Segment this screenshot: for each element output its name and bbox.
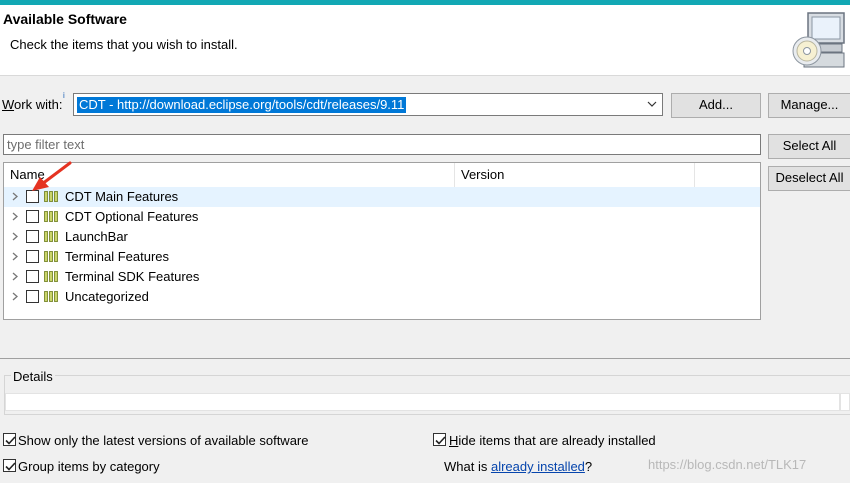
show-latest-checkbox[interactable] — [3, 433, 17, 447]
tree-row[interactable]: CDT Optional Features — [4, 207, 760, 227]
info-icon: i — [63, 91, 65, 100]
filter-input[interactable]: type filter text — [3, 134, 761, 155]
row-label: CDT Optional Features — [65, 209, 199, 224]
group-by-category-checkbox[interactable] — [3, 459, 17, 473]
package-icon — [44, 211, 58, 222]
row-label: LaunchBar — [65, 229, 128, 244]
expand-chevron-icon[interactable] — [11, 211, 19, 222]
software-tree[interactable]: Name Version CDT Main Features CDT Option… — [3, 162, 761, 320]
tree-row[interactable]: LaunchBar — [4, 227, 760, 247]
section-divider — [0, 358, 850, 359]
tree-row[interactable]: Terminal Features — [4, 247, 760, 267]
row-label: Terminal SDK Features — [65, 269, 200, 284]
hide-installed-label[interactable]: Hide items that are already installed — [449, 433, 656, 448]
show-latest-label[interactable]: Show only the latest versions of availab… — [18, 433, 309, 448]
work-with-combo[interactable]: CDT - http://download.eclipse.org/tools/… — [73, 93, 663, 116]
row-checkbox[interactable] — [26, 230, 39, 243]
manage-button[interactable]: Manage... — [768, 93, 850, 118]
tree-row[interactable]: Uncategorized — [4, 287, 760, 307]
work-with-label: Work with: — [2, 97, 63, 112]
tree-row[interactable]: Terminal SDK Features — [4, 267, 760, 287]
package-icon — [44, 271, 58, 282]
add-button[interactable]: Add... — [671, 93, 761, 118]
details-text — [5, 393, 840, 411]
expand-chevron-icon[interactable] — [11, 191, 19, 202]
dropdown-arrow-icon[interactable] — [646, 98, 658, 110]
expand-chevron-icon[interactable] — [11, 251, 19, 262]
details-scrollbar[interactable] — [840, 393, 850, 411]
select-all-button[interactable]: Select All — [768, 134, 850, 159]
cd-install-icon — [792, 12, 845, 68]
column-separator — [454, 163, 455, 187]
row-label: Uncategorized — [65, 289, 149, 304]
hide-installed-checkbox[interactable] — [433, 433, 447, 447]
red-pointer-arrow — [32, 161, 72, 191]
row-label: CDT Main Features — [65, 189, 179, 204]
expand-chevron-icon[interactable] — [11, 231, 19, 242]
work-with-value: CDT - http://download.eclipse.org/tools/… — [77, 97, 407, 113]
what-is-installed-text: What is already installed? — [444, 459, 593, 474]
row-checkbox[interactable] — [26, 290, 39, 303]
row-label: Terminal Features — [65, 249, 170, 264]
column-header-version[interactable]: Version — [461, 167, 504, 182]
group-by-category-label[interactable]: Group items by category — [18, 459, 160, 474]
package-icon — [44, 291, 58, 302]
watermark-text: https://blog.csdn.net/TLK17 — [648, 457, 807, 472]
tree-row[interactable]: CDT Main Features — [4, 187, 760, 207]
expand-chevron-icon[interactable] — [11, 271, 19, 282]
package-icon — [44, 231, 58, 242]
package-icon — [44, 251, 58, 262]
page-title: Available Software — [3, 11, 127, 27]
row-checkbox[interactable] — [26, 210, 39, 223]
column-separator — [694, 163, 695, 187]
expand-chevron-icon[interactable] — [11, 291, 19, 302]
row-checkbox[interactable] — [26, 270, 39, 283]
already-installed-link[interactable]: already installed — [491, 459, 585, 474]
row-checkbox[interactable] — [26, 250, 39, 263]
page-subtitle: Check the items that you wish to install… — [10, 37, 238, 52]
deselect-all-button[interactable]: Deselect All — [768, 166, 850, 191]
details-label: Details — [11, 369, 55, 384]
